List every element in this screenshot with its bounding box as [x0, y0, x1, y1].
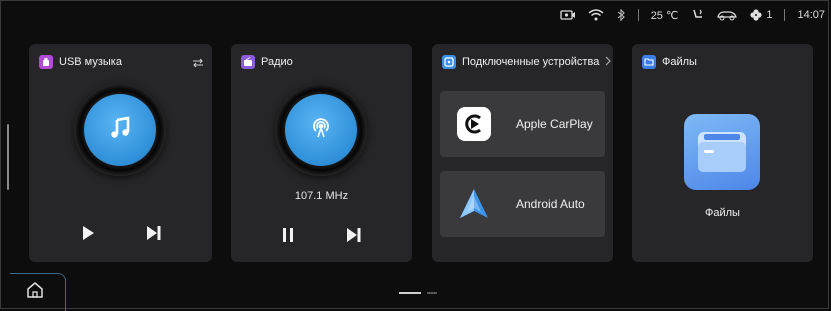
repeat-icon[interactable] — [192, 55, 204, 73]
connected-devices-header[interactable]: Подключенные устройства — [442, 55, 612, 69]
status-bar: 25 ℃ 1 14:07 — [560, 4, 825, 26]
camera-icon[interactable] — [560, 9, 576, 21]
radio-disc[interactable] — [275, 84, 367, 176]
page-indicator[interactable] — [399, 292, 437, 294]
temperature-readout: 25 ℃ — [650, 9, 679, 22]
status-divider — [784, 9, 786, 21]
files-app-icon[interactable] — [684, 114, 760, 190]
radio-antenna-icon — [308, 115, 334, 146]
home-icon — [26, 281, 44, 304]
seat-heat-icon[interactable] — [690, 8, 704, 22]
page-dot-active — [399, 292, 421, 294]
usb-music-card[interactable]: USB музыка — [29, 44, 212, 262]
files-label: Файлы — [705, 207, 740, 219]
edge-handle[interactable] — [7, 124, 9, 190]
pause-icon — [283, 227, 293, 247]
pause-button[interactable] — [277, 226, 299, 248]
clock: 14:07 — [797, 9, 825, 21]
connected-devices-title: Подключенные устройства — [462, 56, 600, 68]
page-dot — [427, 292, 437, 294]
fan-indicator[interactable]: 1 — [750, 9, 772, 21]
music-disc[interactable] — [74, 84, 166, 176]
radio-title: Радио — [261, 56, 293, 68]
android-auto-item[interactable]: Android Auto — [440, 171, 605, 237]
play-button[interactable] — [77, 224, 99, 246]
devices-icon — [442, 55, 456, 69]
wifi-icon — [588, 9, 604, 21]
music-disc-center — [84, 94, 156, 166]
usb-music-header: USB музыка — [39, 55, 122, 69]
radio-frequency: 107.1 MHz — [294, 190, 349, 202]
usb-music-title: USB музыка — [59, 56, 122, 68]
radio-icon — [241, 55, 255, 69]
chevron-right-icon — [605, 56, 612, 69]
folder-icon — [642, 55, 656, 69]
status-divider — [637, 9, 639, 21]
usb-icon — [39, 55, 53, 69]
play-icon — [82, 225, 94, 245]
home-button[interactable] — [10, 273, 66, 311]
next-track-button[interactable] — [143, 224, 165, 246]
car-icon[interactable] — [716, 9, 738, 21]
android-auto-icon — [454, 184, 494, 224]
carplay-item[interactable]: Apple CarPlay — [440, 91, 605, 157]
music-note-icon — [107, 115, 133, 146]
bluetooth-icon — [616, 9, 626, 21]
radio-header: Радио — [241, 55, 293, 69]
next-station-button[interactable] — [343, 226, 365, 248]
android-auto-label: Android Auto — [516, 197, 585, 211]
fan-icon — [750, 9, 762, 21]
connected-devices-card[interactable]: Подключенные устройства Apple CarPlay An… — [432, 44, 613, 262]
carplay-icon — [454, 104, 494, 144]
files-header: Файлы — [642, 55, 697, 69]
next-icon — [147, 225, 161, 245]
radio-card[interactable]: Радио 107.1 MHz — [231, 44, 412, 262]
files-card[interactable]: Файлы Файлы — [632, 44, 813, 262]
radio-disc-center — [285, 94, 357, 166]
files-title: Файлы — [662, 56, 697, 68]
carplay-label: Apple CarPlay — [516, 117, 593, 131]
fan-level: 1 — [766, 9, 773, 21]
next-icon — [347, 227, 361, 247]
